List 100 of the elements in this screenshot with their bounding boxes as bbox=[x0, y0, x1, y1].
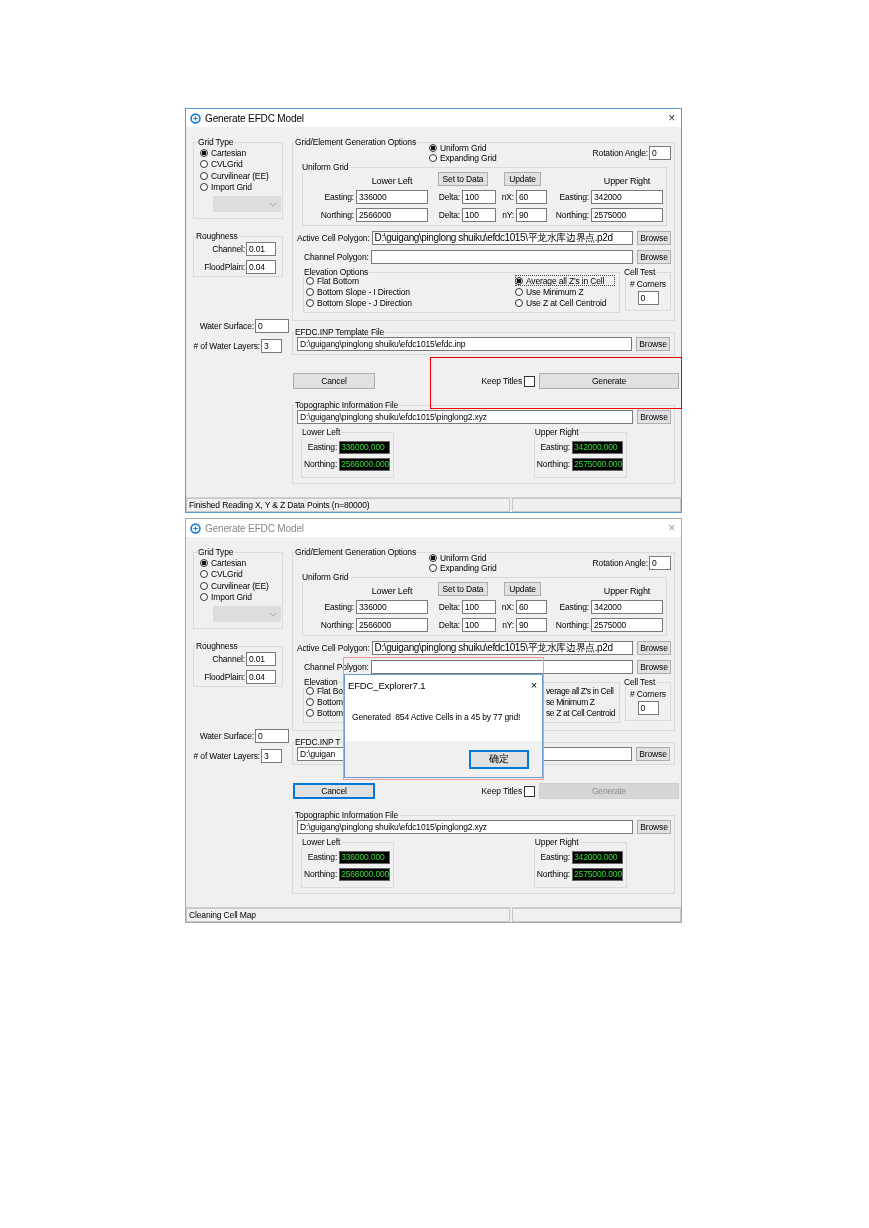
group-label: Grid/Element Generation Options bbox=[294, 547, 418, 557]
field-label: Northing: bbox=[319, 620, 354, 630]
update-button[interactable]: Update bbox=[504, 582, 541, 596]
generate-button[interactable]: Generate bbox=[539, 373, 679, 389]
field-label: Northing: bbox=[554, 620, 589, 630]
field-label: nX: bbox=[500, 192, 514, 202]
text-field[interactable]: 0 bbox=[255, 319, 289, 333]
text-field[interactable]: 100 bbox=[462, 208, 496, 222]
app-icon bbox=[190, 522, 201, 534]
field-label: Rotation Angle: bbox=[592, 148, 648, 158]
text-field[interactable]: 342000 bbox=[591, 600, 663, 614]
field-label: nY: bbox=[501, 210, 514, 220]
radio-button[interactable]: Import Grid bbox=[200, 181, 278, 193]
group-label: Cell Test bbox=[623, 267, 657, 277]
chevron-down-icon bbox=[269, 611, 277, 617]
text-field[interactable]: 336000 bbox=[356, 190, 428, 204]
field-label: Northing: bbox=[536, 869, 570, 879]
browse-button[interactable]: Browse bbox=[637, 250, 671, 264]
field-label: Delta: bbox=[437, 602, 460, 612]
text-field[interactable]: 342000 bbox=[591, 190, 663, 204]
group-label: Cell Test bbox=[623, 677, 657, 687]
text-field[interactable]: 2575000 bbox=[591, 618, 663, 632]
text-field[interactable]: 0 bbox=[649, 146, 671, 160]
field-label: Water Surface: bbox=[199, 731, 254, 741]
radio-button[interactable]: Curvilinear (EE) bbox=[200, 170, 278, 182]
text-field[interactable]: 2575000 bbox=[591, 208, 663, 222]
set-to-data-button[interactable]: Set to Data bbox=[437, 582, 489, 596]
close-button[interactable]: × bbox=[668, 111, 675, 125]
field-label: # Corners bbox=[630, 689, 666, 699]
browse-button[interactable]: Browse bbox=[637, 231, 671, 245]
browse-button[interactable]: Browse bbox=[637, 410, 671, 424]
radio-button[interactable]: Bottom Slope - J Direction bbox=[306, 297, 412, 308]
group-label: Grid Type bbox=[197, 547, 235, 557]
group-label: EFDC.INP T bbox=[294, 737, 342, 747]
radio-button[interactable]: Average all Z's in Cell bbox=[515, 275, 615, 286]
field-label: Easting: bbox=[540, 852, 570, 862]
radio-button[interactable]: Use Minimum Z bbox=[515, 286, 615, 297]
field-label: FloodPlain: bbox=[204, 672, 245, 682]
update-button[interactable]: Update bbox=[504, 172, 541, 186]
field-label: Rotation Angle: bbox=[592, 558, 648, 568]
group-label: Elevation Options bbox=[303, 267, 370, 277]
field-label: Northing: bbox=[319, 210, 354, 220]
message-title: EFDC_Explorer7.1 bbox=[348, 679, 426, 691]
field-label: Channel Polygon: bbox=[303, 662, 369, 672]
column-heading: Lower Left bbox=[370, 176, 414, 186]
text-field[interactable]: 0 bbox=[637, 701, 659, 715]
column-heading: Upper Right bbox=[602, 176, 652, 186]
window-title: Generate EFDC Model bbox=[205, 522, 305, 534]
path-field[interactable] bbox=[370, 250, 633, 264]
radio-button[interactable]: Cartesian bbox=[200, 147, 278, 159]
radio-button[interactable]: Bottom bbox=[306, 696, 344, 707]
browse-button[interactable]: Browse bbox=[636, 337, 670, 351]
checkbox[interactable] bbox=[524, 375, 535, 387]
column-heading: Upper Right bbox=[602, 586, 652, 596]
text-field[interactable]: 90 bbox=[516, 618, 547, 632]
coordinate-display: 336000.000 bbox=[339, 850, 391, 864]
cancel-button[interactable]: Cancel bbox=[293, 373, 375, 389]
set-to-data-button[interactable]: Set to Data bbox=[437, 172, 489, 186]
path-field[interactable]: D:\guigang\pinglong shuiku\efdc1015\pinglong2.xyz bbox=[297, 410, 633, 424]
text-field[interactable]: 90 bbox=[516, 208, 547, 222]
path-field[interactable]: D:\guigang\pinglong shuiku\efdc1015\平龙水库边界点.p2d bbox=[371, 231, 633, 245]
field-label: Delta: bbox=[437, 192, 460, 202]
text-field[interactable]: 0.04 bbox=[246, 260, 276, 274]
text-field[interactable]: 60 bbox=[516, 190, 547, 204]
text-field[interactable]: 0.01 bbox=[246, 242, 276, 256]
path-field[interactable]: D:\guigang\pinglong shuiku\efdc1015\efdc.inp bbox=[297, 337, 632, 351]
radio-button[interactable]: Expanding Grid bbox=[429, 153, 497, 163]
app-icon bbox=[190, 112, 201, 124]
field-label: # Corners bbox=[630, 279, 666, 289]
field-label: Easting: bbox=[307, 852, 338, 862]
radio-button[interactable]: Use Z at Cell Centroid bbox=[515, 297, 615, 308]
radio-button[interactable]: CVLGrid bbox=[200, 158, 278, 170]
ok-button[interactable]: 确定 bbox=[469, 749, 529, 769]
text-field[interactable]: 0 bbox=[637, 291, 659, 305]
text-field[interactable]: 2566000 bbox=[356, 208, 428, 222]
text-field[interactable]: 100 bbox=[462, 600, 496, 614]
field-label: Active Cell Polygon: bbox=[297, 233, 370, 243]
coordinate-display: 342000.000 bbox=[572, 850, 623, 864]
field-label: Active Cell Polygon: bbox=[297, 643, 370, 653]
option-label: verage all Z's in Cell bbox=[546, 685, 615, 696]
text-field[interactable]: 2566000 bbox=[356, 618, 428, 632]
radio-button[interactable]: Uniform Grid bbox=[429, 143, 497, 153]
group-label: Upper Right bbox=[533, 837, 580, 847]
radio-button[interactable]: Bottom bbox=[306, 707, 344, 718]
text-field[interactable]: 336000 bbox=[356, 600, 428, 614]
coordinate-display: 336000.000 bbox=[339, 440, 391, 454]
text-field[interactable]: 3 bbox=[261, 339, 282, 353]
text-field[interactable]: 100 bbox=[462, 618, 496, 632]
field-label: Water Surface: bbox=[199, 321, 254, 331]
radio-button[interactable]: Flat Bo bbox=[306, 685, 344, 696]
field-label: Northing: bbox=[304, 869, 338, 879]
checkbox-label: Keep Titles bbox=[481, 376, 522, 386]
group-label: Topographic Information File bbox=[294, 400, 400, 410]
radio-button[interactable]: Bottom Slope - I Direction bbox=[306, 286, 412, 297]
radio-button[interactable]: Flat Bottom bbox=[306, 275, 412, 286]
text-field[interactable]: 60 bbox=[516, 600, 547, 614]
text-field[interactable]: 100 bbox=[462, 190, 496, 204]
message-text: Generated 854 Active Cells in a 45 by 77 grid! bbox=[352, 712, 522, 722]
field-label: FloodPlain: bbox=[204, 262, 245, 272]
field-label: nX: bbox=[500, 602, 514, 612]
